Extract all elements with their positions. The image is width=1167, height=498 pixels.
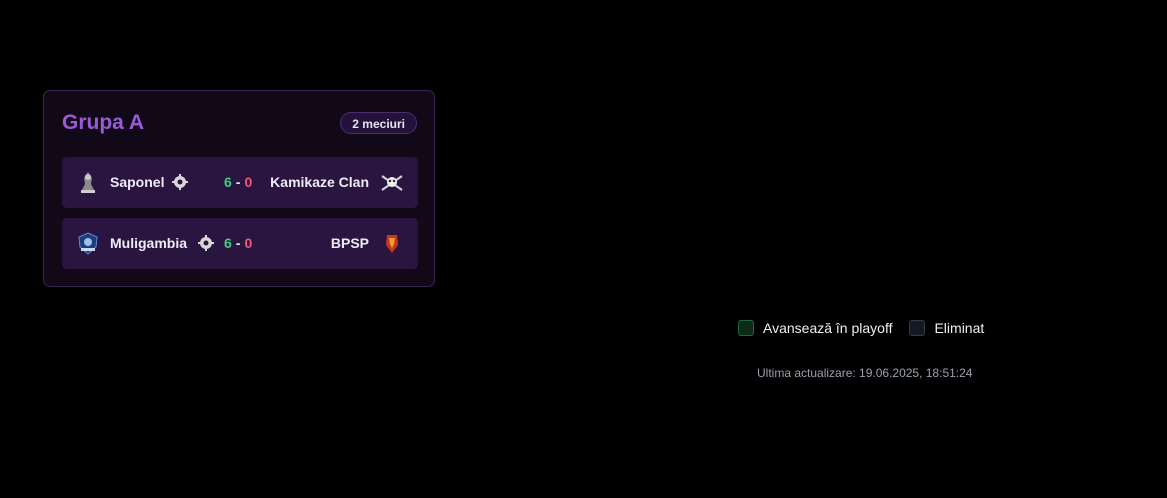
home-score: 6 [224,174,232,190]
group-title: Grupa A [62,111,145,134]
advance-swatch [738,320,754,336]
match-count-badge: 2 meciuri [340,112,417,134]
score-separator: - [235,174,241,190]
muligambia-logo-icon [78,232,98,255]
away-team-name: BPSP [330,235,369,251]
away-score: 0 [244,174,253,190]
group-card: Grupa A 2 meciuri Saponel 6-0 Kamikaze C… [43,90,435,287]
away-team-name: Kamikaze Clan [270,174,369,190]
last-update-text: Ultima actualizare: 19.06.2025, 18:51:24 [757,366,973,380]
home-team-name: Saponel [110,174,165,190]
match-score: 6-0 [224,235,252,251]
home-score: 6 [224,235,232,251]
match-row[interactable]: Saponel 6-0 Kamikaze Clan [62,157,418,208]
legend: Avansează în playoff Eliminat [738,318,984,338]
away-score: 0 [244,235,253,251]
eliminated-swatch [909,320,926,336]
match-score: 6-0 [224,174,252,190]
bpsp-logo-icon [386,235,398,253]
kamikaze-clan-logo-icon [381,175,403,191]
match-row[interactable]: Muligambia 6-0 BPSP [62,218,418,269]
saponel-logo-icon [81,172,95,193]
advance-legend-label: Avansează în playoff [763,320,893,336]
gear-icon [198,235,214,251]
home-team-name: Muligambia [110,235,188,251]
eliminated-legend-label: Eliminat [934,320,985,336]
score-separator: - [235,235,241,251]
gear-icon [172,174,188,190]
